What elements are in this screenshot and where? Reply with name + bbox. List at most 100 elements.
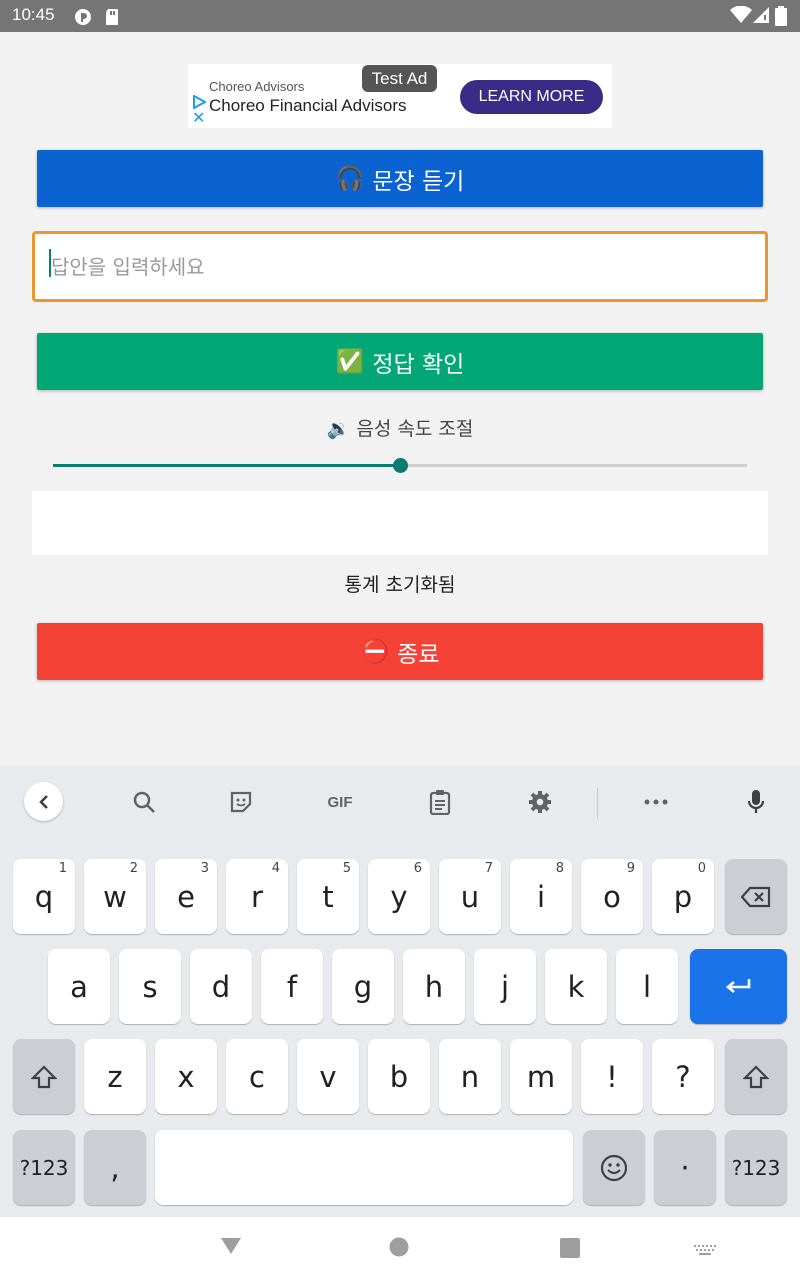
backspace-key[interactable] bbox=[725, 859, 787, 934]
speech-speed-slider[interactable] bbox=[53, 457, 747, 473]
check-answer-button[interactable]: ✅ 정답 확인 bbox=[37, 333, 763, 390]
enter-key[interactable] bbox=[690, 949, 787, 1024]
shift-key-left[interactable] bbox=[13, 1039, 75, 1114]
answer-input[interactable]: 답안을 입력하세요 bbox=[32, 231, 768, 302]
no-entry-icon: ⛔ bbox=[360, 639, 390, 665]
key-c[interactable]: c bbox=[226, 1039, 288, 1114]
navigation-bar bbox=[0, 1217, 800, 1280]
key-w[interactable]: w2 bbox=[84, 859, 146, 934]
wifi-icon bbox=[730, 5, 752, 28]
key-label: o bbox=[603, 879, 621, 914]
exit-button[interactable]: ⛔ 종료 bbox=[37, 623, 763, 680]
key-hint: 0 bbox=[697, 861, 706, 876]
nav-back-icon[interactable] bbox=[220, 1237, 242, 1259]
key-hint: 8 bbox=[555, 861, 564, 876]
clipboard-icon[interactable] bbox=[420, 784, 460, 820]
key-hint: 7 bbox=[484, 861, 493, 876]
key-label: ! bbox=[606, 1059, 618, 1094]
period-key[interactable]: · bbox=[654, 1130, 716, 1205]
sticker-icon[interactable] bbox=[221, 784, 261, 820]
listen-sentence-button[interactable]: 🎧 문장 듣기 bbox=[37, 150, 763, 207]
key-hint: 2 bbox=[129, 861, 138, 876]
key-x[interactable]: x bbox=[155, 1039, 217, 1114]
key-label: i bbox=[536, 879, 546, 914]
key-hint: 9 bbox=[626, 861, 635, 876]
key-label: n bbox=[460, 1059, 480, 1094]
key-exclamation[interactable]: ! bbox=[581, 1039, 643, 1114]
toolbar-divider bbox=[597, 788, 598, 818]
key-hint: 5 bbox=[342, 861, 351, 876]
nav-home-icon[interactable] bbox=[389, 1237, 409, 1261]
keyboard-switch-icon[interactable] bbox=[694, 1242, 716, 1261]
key-m[interactable]: m bbox=[510, 1039, 572, 1114]
status-bar: 10:45 bbox=[0, 0, 800, 32]
keyboard-toolbar: GIF bbox=[0, 766, 800, 838]
status-time: 10:45 bbox=[12, 5, 55, 24]
key-q[interactable]: q1 bbox=[13, 859, 75, 934]
back-icon[interactable] bbox=[24, 782, 63, 821]
key-question[interactable]: ? bbox=[652, 1039, 714, 1114]
key-label: f bbox=[286, 969, 298, 1004]
slider-thumb[interactable] bbox=[393, 458, 408, 473]
key-n[interactable]: n bbox=[439, 1039, 501, 1114]
more-icon[interactable] bbox=[636, 784, 676, 820]
test-ad-badge: Test Ad bbox=[362, 65, 437, 92]
key-e[interactable]: e3 bbox=[155, 859, 217, 934]
key-a[interactable]: a bbox=[48, 949, 110, 1024]
key-o[interactable]: o9 bbox=[581, 859, 643, 934]
nav-recents-icon[interactable] bbox=[560, 1238, 580, 1262]
key-label: y bbox=[390, 879, 408, 914]
key-v[interactable]: v bbox=[297, 1039, 359, 1114]
key-b[interactable]: b bbox=[368, 1039, 430, 1114]
key-t[interactable]: t5 bbox=[297, 859, 359, 934]
key-label: m bbox=[526, 1059, 556, 1094]
speech-speed-label: 🔉 음성 속도 조절 bbox=[326, 418, 474, 440]
key-label: p bbox=[673, 879, 693, 914]
emoji-key[interactable] bbox=[583, 1130, 645, 1205]
key-f[interactable]: f bbox=[261, 949, 323, 1024]
key-label: r bbox=[251, 879, 263, 914]
check-answer-label: 정답 확인 bbox=[372, 351, 465, 378]
key-g[interactable]: g bbox=[332, 949, 394, 1024]
key-k[interactable]: k bbox=[545, 949, 607, 1024]
key-z[interactable]: z bbox=[84, 1039, 146, 1114]
key-i[interactable]: i8 bbox=[510, 859, 572, 934]
comma-key[interactable]: , bbox=[84, 1130, 146, 1205]
key-d[interactable]: d bbox=[190, 949, 252, 1024]
key-h[interactable]: h bbox=[403, 949, 465, 1024]
listen-sentence-label: 문장 듣기 bbox=[372, 168, 465, 195]
symbols-key-right[interactable]: ?123 bbox=[725, 1130, 787, 1205]
key-label: x bbox=[177, 1059, 195, 1094]
key-label: s bbox=[142, 969, 158, 1004]
key-y[interactable]: y6 bbox=[368, 859, 430, 934]
answer-input-placeholder: 답안을 입력하세요 bbox=[51, 255, 205, 279]
key-hint: 3 bbox=[200, 861, 209, 876]
settings-icon[interactable] bbox=[520, 784, 560, 820]
key-label: w bbox=[103, 879, 127, 914]
key-u[interactable]: u7 bbox=[439, 859, 501, 934]
key-r[interactable]: r4 bbox=[226, 859, 288, 934]
slider-fill bbox=[53, 464, 400, 467]
key-label: d bbox=[211, 969, 231, 1004]
key-j[interactable]: j bbox=[474, 949, 536, 1024]
key-label: t bbox=[322, 879, 334, 914]
ad-close-icon[interactable]: ✕ bbox=[192, 111, 205, 127]
key-label: q bbox=[34, 879, 54, 914]
key-label: l bbox=[642, 969, 652, 1004]
gif-icon[interactable]: GIF bbox=[320, 784, 360, 820]
key-label: j bbox=[500, 969, 510, 1004]
ad-learn-more-button[interactable]: LEARN MORE bbox=[460, 80, 603, 114]
mic-icon[interactable] bbox=[736, 784, 776, 820]
headphones-icon: 🎧 bbox=[335, 166, 365, 192]
key-l[interactable]: l bbox=[616, 949, 678, 1024]
key-s[interactable]: s bbox=[119, 949, 181, 1024]
ad-advertiser-small: Choreo Advisors bbox=[209, 79, 305, 94]
symbols-key-left[interactable]: ?123 bbox=[13, 1130, 75, 1205]
key-label: ? bbox=[675, 1059, 691, 1094]
shift-key-right[interactable] bbox=[725, 1039, 787, 1114]
key-p[interactable]: p0 bbox=[652, 859, 714, 934]
signal-icon bbox=[752, 6, 770, 28]
key-label: u bbox=[460, 879, 480, 914]
search-icon[interactable] bbox=[124, 784, 164, 820]
space-bar[interactable] bbox=[155, 1130, 573, 1205]
